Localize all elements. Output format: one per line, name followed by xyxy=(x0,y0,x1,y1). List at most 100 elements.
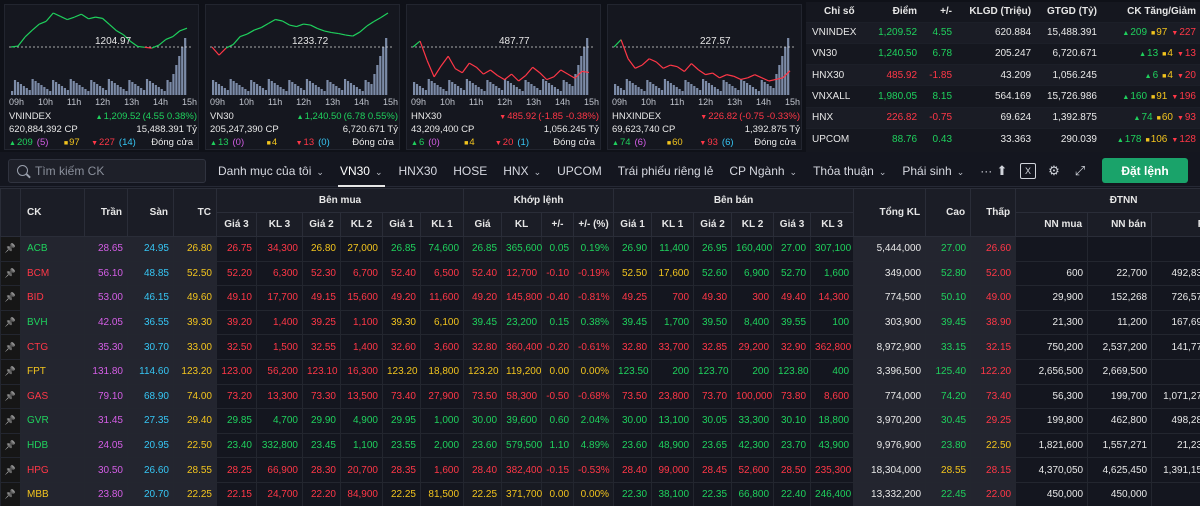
header-match-pct[interactable]: +/- (%) xyxy=(573,212,615,237)
pin-icon[interactable]: 📌 xyxy=(0,309,21,336)
buy-1-price[interactable]: 28.35 xyxy=(382,457,421,483)
buy-3-price[interactable]: 49.10 xyxy=(216,285,257,311)
buy-3-price[interactable]: 28.25 xyxy=(216,457,257,483)
sell-3-price[interactable]: 49.40 xyxy=(773,285,812,311)
sell-1-price[interactable]: 123.50 xyxy=(613,358,653,385)
sell-3-price[interactable]: 30.10 xyxy=(773,408,812,434)
header-ceiling[interactable]: Trần xyxy=(84,188,128,237)
header-low[interactable]: Thấp xyxy=(970,188,1017,237)
buy-3-price[interactable]: 39.20 xyxy=(216,309,257,336)
table-row[interactable]: 📌 CTG 35.30 30.70 33.00 32.50 1,500 32.55 1,400 3… xyxy=(0,334,1200,360)
table-row[interactable]: 📌 ACB 28.65 24.95 26.80 26.75 34,300 26.80 27,00… xyxy=(0,236,1200,262)
sell-2-price[interactable]: 30.05 xyxy=(693,408,733,434)
pin-icon[interactable]: 📌 xyxy=(0,285,21,311)
sell-3-price[interactable]: 27.00 xyxy=(773,236,812,262)
table-row[interactable]: 📌 BID 53.00 46.15 49.60 49.10 17,700 49.15 15,60… xyxy=(0,285,1200,311)
buy-2-price[interactable]: 28.30 xyxy=(302,457,341,483)
pin-icon[interactable]: 📌 xyxy=(0,408,21,434)
header-sell-side[interactable]: Bên bán xyxy=(613,188,855,213)
table-row[interactable]: 📌 GVR 31.45 27.35 29.40 29.85 4,700 29.90 4,900 2… xyxy=(0,408,1200,434)
symbol[interactable]: MBB xyxy=(20,481,85,506)
symbol[interactable]: ACB xyxy=(20,236,85,262)
sell-2-price[interactable]: 49.30 xyxy=(693,285,733,311)
buy-1-price[interactable]: 39.30 xyxy=(382,309,421,336)
sell-1-price[interactable]: 52.50 xyxy=(613,260,653,287)
summary-row[interactable]: HNX30485.92-1.8543.2091,056.245 64 20 xyxy=(806,64,1200,86)
place-order-button[interactable]: Đặt lệnh xyxy=(1102,158,1188,183)
gear-icon[interactable]: ⚙ xyxy=(1046,163,1062,179)
header-sell-p1[interactable]: Giá 1 xyxy=(613,212,653,237)
buy-1-price[interactable]: 29.95 xyxy=(382,408,421,434)
header-match-chg[interactable]: +/- xyxy=(541,212,575,237)
sell-2-price[interactable]: 22.35 xyxy=(693,481,733,506)
buy-3-price[interactable]: 23.40 xyxy=(216,432,257,459)
sell-2-price[interactable]: 123.70 xyxy=(693,358,733,385)
tab-danh-m-c-c-a-t-i[interactable]: Danh mục của tôi ⌄ xyxy=(210,155,332,187)
buy-2-price[interactable]: 52.30 xyxy=(302,260,341,287)
header-reference[interactable]: TC xyxy=(173,188,217,237)
buy-1-price[interactable]: 73.40 xyxy=(382,383,421,410)
buy-3-price[interactable]: 29.85 xyxy=(216,408,257,434)
buy-1-price[interactable]: 26.85 xyxy=(382,236,421,262)
tab-ph-i-sinh[interactable]: Phái sinh ⌄ xyxy=(894,155,972,187)
sell-3-price[interactable]: 28.50 xyxy=(773,457,812,483)
buy-3-price[interactable]: 123.00 xyxy=(216,358,257,385)
tab-hnx30[interactable]: HNX30 xyxy=(391,155,446,187)
search-input[interactable] xyxy=(35,163,195,179)
table-row[interactable]: 📌 HPG 30.50 26.60 28.55 28.25 66,900 28.30 20,70… xyxy=(0,457,1200,483)
symbol[interactable]: GVR xyxy=(20,408,85,434)
header-buy-p2[interactable]: Giá 2 xyxy=(302,212,341,237)
pin-icon[interactable]: 📌 xyxy=(0,358,21,385)
tab-cp-ng-nh[interactable]: CP Ngành ⌄ xyxy=(721,155,805,187)
symbol[interactable]: GAS xyxy=(20,383,85,410)
sell-3-price[interactable]: 32.90 xyxy=(773,334,812,360)
sell-3-price[interactable]: 52.70 xyxy=(773,260,812,287)
symbol[interactable]: FPT xyxy=(20,358,85,385)
buy-1-price[interactable]: 22.25 xyxy=(382,481,421,506)
table-row[interactable]: 📌 GAS 79.10 68.90 74.00 73.20 13,300 73.30 13,50… xyxy=(0,383,1200,410)
sell-2-price[interactable]: 23.65 xyxy=(693,432,733,459)
buy-3-price[interactable]: 52.20 xyxy=(216,260,257,287)
header-foreign-fsell[interactable]: NN bán xyxy=(1087,212,1153,237)
header-sell-v2[interactable]: KL 2 xyxy=(731,212,775,237)
header-buy-p1[interactable]: Giá 1 xyxy=(382,212,421,237)
buy-3-price[interactable]: 73.20 xyxy=(216,383,257,410)
header-sell-v1[interactable]: KL 1 xyxy=(651,212,695,237)
pin-icon[interactable]: 📌 xyxy=(0,383,21,410)
symbol[interactable]: HDB xyxy=(20,432,85,459)
sell-1-price[interactable]: 28.40 xyxy=(613,457,653,483)
symbol[interactable]: CTG xyxy=(20,334,85,360)
symbol[interactable]: BVH xyxy=(20,309,85,336)
mini-chart-hnx30[interactable]: 487.77 09h 10h 11h 12h 13h 14h 15h HNX30 485.92(-… xyxy=(406,4,601,150)
tab-tr-i-phi-u-ri-ng-l-[interactable]: Trái phiếu riêng lẻ xyxy=(610,155,722,187)
expand-icon[interactable]: ⤢ xyxy=(1072,163,1088,179)
sell-1-price[interactable]: 23.60 xyxy=(613,432,653,459)
pin-icon[interactable]: 📌 xyxy=(0,334,21,360)
table-row[interactable]: 📌 BVH 42.05 36.55 39.30 39.20 1,400 39.25 1,100 3… xyxy=(0,309,1200,336)
summary-row[interactable]: VNXALL1,980.058.15564.16915,726.986 160 91… xyxy=(806,85,1200,108)
buy-2-price[interactable]: 73.30 xyxy=(302,383,341,410)
table-row[interactable]: 📌 HDB 24.05 20.95 22.50 23.40 332,800 23.45 1,10… xyxy=(0,432,1200,459)
sell-3-price[interactable]: 123.80 xyxy=(773,358,812,385)
buy-2-price[interactable]: 39.25 xyxy=(302,309,341,336)
summary-row[interactable]: HNX226.82-0.7569.6241,392.875 74 60 93 xyxy=(806,106,1200,129)
symbol[interactable]: BCM xyxy=(20,260,85,287)
sell-3-price[interactable]: 23.70 xyxy=(773,432,812,459)
pin-icon[interactable]: 📌 xyxy=(0,236,21,262)
header-buy-side[interactable]: Bên mua xyxy=(215,188,465,213)
summary-row[interactable]: VNINDEX1,209.524.55620.88415,488.391 209 9… xyxy=(806,21,1200,44)
sell-2-price[interactable]: 28.45 xyxy=(693,457,733,483)
search-box[interactable] xyxy=(8,159,206,183)
buy-3-price[interactable]: 26.75 xyxy=(216,236,257,262)
header-sell-p2[interactable]: Giá 2 xyxy=(693,212,733,237)
sell-2-price[interactable]: 39.50 xyxy=(693,309,733,336)
buy-2-price[interactable]: 22.20 xyxy=(302,481,341,506)
sell-1-price[interactable]: 30.00 xyxy=(613,408,653,434)
tab-hose[interactable]: HOSE xyxy=(445,155,495,187)
sell-3-price[interactable]: 73.80 xyxy=(773,383,812,410)
header-match-mp[interactable]: Giá xyxy=(463,212,503,237)
header-buy-v3[interactable]: KL 3 xyxy=(256,212,303,237)
header-foreign-fbuy[interactable]: NN mua xyxy=(1015,212,1089,237)
mini-chart-hnxindex[interactable]: 227.57 09h 10h 11h 12h 13h 14h 15h HNXINDEX 226.8… xyxy=(607,4,802,150)
tab-vn30[interactable]: VN30 ⌄ xyxy=(332,155,391,187)
